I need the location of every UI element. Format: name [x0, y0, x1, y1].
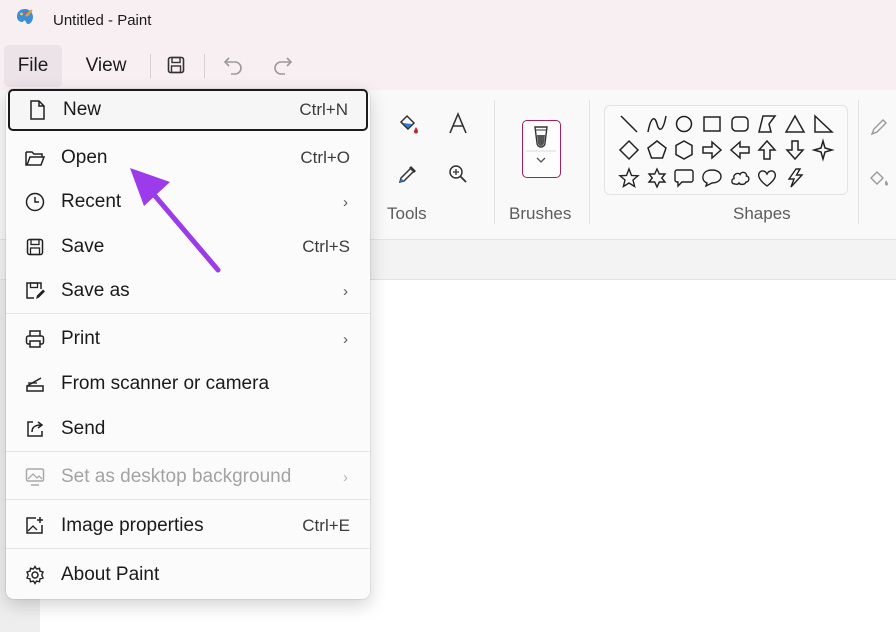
menu-item-label: About Paint	[61, 564, 160, 585]
menu-item-image-properties[interactable]: Image properties Ctrl+E	[6, 505, 370, 547]
chevron-right-icon: ›	[343, 193, 348, 211]
menu-item-recent[interactable]: Recent ›	[6, 181, 370, 223]
gear-icon	[24, 564, 46, 586]
menu-item-open[interactable]: Open Ctrl+O	[6, 137, 370, 179]
brushes-label: Brushes	[509, 204, 572, 223]
heart-shape-icon[interactable]	[755, 166, 779, 190]
text-icon[interactable]	[444, 110, 472, 138]
menu-divider	[6, 499, 370, 500]
save-as-icon	[24, 280, 46, 302]
color-picker-icon[interactable]	[394, 160, 422, 188]
menu-bar: File View	[0, 42, 896, 90]
view-menu-button[interactable]: View	[72, 45, 140, 87]
pentagon-shape-icon[interactable]	[645, 138, 669, 162]
ribbon-divider	[858, 100, 859, 224]
chevron-right-icon: ›	[343, 282, 348, 300]
outline-pen-icon[interactable]	[867, 115, 891, 139]
curve-shape-icon[interactable]	[645, 112, 669, 136]
menu-item-shortcut: Ctrl+O	[300, 148, 350, 167]
menu-item-label: Print	[61, 328, 101, 349]
chevron-right-icon: ›	[343, 468, 348, 486]
oval-shape-icon[interactable]	[672, 112, 696, 136]
menu-item-from-scanner[interactable]: From scanner or camera	[6, 363, 370, 405]
left-arrow-shape-icon[interactable]	[728, 138, 752, 162]
down-arrow-shape-icon[interactable]	[783, 138, 807, 162]
menu-item-set-desktop-background[interactable]: Set as desktop background ›	[6, 456, 370, 498]
redo-icon[interactable]	[270, 52, 296, 78]
lightning-shape-icon[interactable]	[783, 166, 807, 190]
save-icon[interactable]	[163, 52, 189, 78]
six-point-star-shape-icon[interactable]	[645, 166, 669, 190]
right-arrow-shape-icon[interactable]	[700, 138, 724, 162]
file-menu-dropdown: New Ctrl+N Open Ctrl+O Recent › Save Ctr…	[6, 89, 370, 599]
shapes-label: Shapes	[733, 204, 791, 223]
menu-item-label: Save	[61, 236, 105, 257]
image-properties-icon	[24, 515, 46, 537]
menu-divider	[6, 548, 370, 549]
menubar-divider	[204, 54, 205, 78]
share-icon	[24, 418, 46, 440]
clock-icon	[24, 191, 46, 213]
printer-icon	[24, 328, 46, 350]
cloud-callout-shape-icon[interactable]	[728, 166, 752, 190]
diamond-shape-icon[interactable]	[617, 138, 641, 162]
fill-bucket-icon[interactable]	[394, 110, 422, 138]
menu-item-shortcut: Ctrl+S	[302, 237, 350, 256]
tools-label: Tools	[387, 204, 427, 223]
oval-callout-shape-icon[interactable]	[700, 166, 724, 190]
menu-item-label: Save as	[61, 280, 130, 301]
rectangle-shape-icon[interactable]	[700, 112, 724, 136]
menu-item-shortcut: Ctrl+E	[302, 516, 350, 535]
window-title: Untitled - Paint	[53, 12, 152, 29]
menu-item-new[interactable]: New Ctrl+N	[8, 89, 368, 131]
shapes-gallery	[604, 105, 848, 195]
rounded-rectangle-shape-icon[interactable]	[728, 112, 752, 136]
open-folder-icon	[24, 147, 46, 169]
paint-palette-icon	[17, 9, 33, 24]
ribbon-divider	[494, 100, 495, 224]
menu-item-save[interactable]: Save Ctrl+S	[6, 226, 370, 268]
scanner-icon	[24, 373, 46, 395]
fill-shape-icon[interactable]	[867, 165, 891, 189]
menu-item-shortcut: Ctrl+N	[299, 100, 348, 119]
brush-icon	[526, 126, 556, 163]
menu-item-send[interactable]: Send	[6, 408, 370, 450]
menu-item-label: Recent	[61, 191, 122, 212]
chevron-right-icon: ›	[343, 330, 348, 348]
desktop-background-icon	[24, 466, 46, 488]
right-triangle-shape-icon[interactable]	[811, 112, 835, 136]
menu-item-label: New	[63, 99, 102, 120]
line-shape-icon[interactable]	[617, 112, 641, 136]
menu-item-save-as[interactable]: Save as ›	[6, 270, 370, 312]
menu-divider	[6, 313, 370, 314]
new-file-icon	[26, 99, 48, 121]
menu-item-about-paint[interactable]: About Paint	[6, 554, 370, 596]
triangle-shape-icon[interactable]	[783, 112, 807, 136]
ribbon-divider	[589, 100, 590, 224]
file-menu-button[interactable]: File	[4, 45, 62, 87]
menubar-divider	[150, 54, 151, 78]
title-bar: Untitled - Paint	[0, 0, 896, 42]
menu-divider	[6, 451, 370, 452]
save-icon	[24, 236, 46, 258]
up-arrow-shape-icon[interactable]	[755, 138, 779, 162]
brushes-button[interactable]	[522, 120, 561, 178]
menu-item-label: Image properties	[61, 515, 204, 536]
hexagon-shape-icon[interactable]	[672, 138, 696, 162]
menu-item-label: Send	[61, 418, 106, 439]
undo-icon[interactable]	[220, 52, 246, 78]
rounded-callout-shape-icon[interactable]	[672, 166, 696, 190]
menu-item-print[interactable]: Print ›	[6, 318, 370, 360]
tools-group: Tools	[370, 90, 494, 230]
menu-item-label: Open	[61, 147, 108, 168]
five-point-star-shape-icon[interactable]	[617, 166, 641, 190]
polygon-shape-icon[interactable]	[755, 112, 779, 136]
magnifier-icon[interactable]	[444, 160, 472, 188]
four-point-star-shape-icon[interactable]	[811, 138, 835, 162]
menu-item-label: From scanner or camera	[61, 373, 270, 394]
menu-item-label: Set as desktop background	[61, 466, 292, 487]
